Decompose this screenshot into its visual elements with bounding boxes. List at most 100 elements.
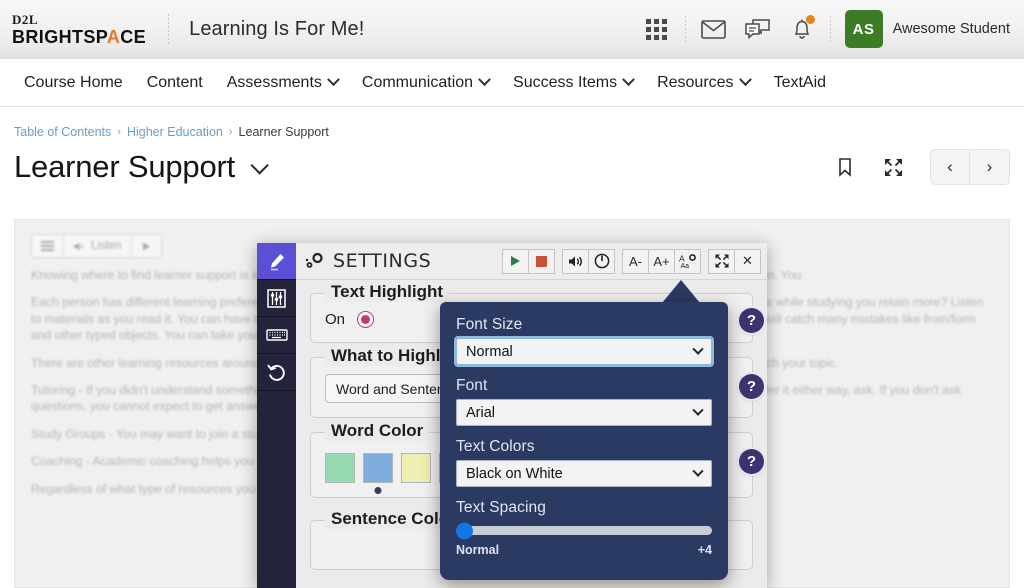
word-color-help-button[interactable]: ? [739, 449, 764, 474]
nav-item-communication[interactable]: Communication [350, 68, 501, 98]
keyboard-icon[interactable] [257, 317, 296, 354]
listen-label: Listen [91, 240, 122, 252]
course-title: Learning Is For Me! [189, 18, 364, 41]
envelope-glyph [701, 20, 726, 39]
text-colors-label: Text Colors [456, 438, 712, 456]
sliders-icon[interactable] [257, 280, 296, 317]
listen-button[interactable]: Listen [64, 235, 132, 257]
text-settings-button[interactable]: A Aa [674, 249, 701, 274]
page-tools: ‹ › [830, 149, 1010, 185]
font-label: Font [456, 377, 712, 395]
nav-item-assessments[interactable]: Assessments [215, 68, 350, 98]
nav-label: TextAid [774, 74, 826, 92]
play-icon [141, 241, 152, 252]
nav-label: Course Home [24, 74, 123, 92]
chevron-down-icon [692, 343, 703, 354]
text-highlight-legend: Text Highlight [325, 282, 449, 302]
brand-d2l-text: D2L [12, 13, 146, 26]
header-icon-divider-2 [830, 16, 831, 42]
keyboard-glyph [266, 327, 288, 343]
waffle-grid-glyph [646, 19, 667, 40]
gear-icon [305, 252, 325, 270]
info-icon [594, 253, 610, 269]
audio-group [562, 249, 615, 274]
brand-logo[interactable]: D2L BRIGHTSPACE [12, 13, 146, 46]
font-size-group: A- A+ A Aa [622, 249, 701, 274]
header-divider [168, 14, 169, 44]
header-icon-divider-1 [685, 16, 686, 42]
waffle-grid-icon[interactable] [635, 9, 679, 49]
chat-glyph [744, 18, 771, 40]
brand-wordmark-accent: A [107, 27, 120, 47]
previous-page-button[interactable]: ‹ [931, 150, 970, 184]
text-settings-icon: A Aa [678, 253, 697, 270]
bookmark-icon[interactable] [830, 152, 860, 182]
stop-button[interactable] [528, 249, 555, 274]
what-to-highlight-help-button[interactable]: ? [739, 374, 764, 399]
stop-icon [536, 256, 547, 267]
nav-label: Communication [362, 74, 473, 92]
chat-icon[interactable] [736, 9, 780, 49]
text-highlight-on-radio[interactable] [357, 311, 374, 328]
text-spacing-slider[interactable] [456, 526, 712, 535]
chevron-down-icon [739, 73, 752, 86]
text-highlight-on-label: On [325, 311, 345, 328]
highlighter-glyph [266, 251, 287, 272]
font-size-select[interactable]: Normal [456, 338, 712, 365]
text-spacing-slider-thumb[interactable] [456, 522, 473, 539]
text-highlight-help-button[interactable]: ? [739, 308, 764, 333]
chevron-down-icon [692, 404, 703, 415]
brand-wordmark-part2: CE [120, 27, 146, 47]
nav-label: Resources [657, 74, 733, 92]
word-color-swatch-pale-yellow[interactable] [401, 453, 431, 483]
font-value: Arial [466, 405, 495, 421]
info-button[interactable] [588, 249, 615, 274]
fullscreen-icon[interactable] [878, 152, 908, 182]
highlighter-icon[interactable] [257, 243, 296, 280]
close-button[interactable]: ✕ [734, 249, 761, 274]
hamburger-icon [41, 241, 54, 251]
page-title: Learner Support [14, 149, 235, 185]
speaker-icon [73, 241, 86, 252]
nav-item-success-items[interactable]: Success Items [501, 68, 645, 98]
increase-font-button[interactable]: A+ [648, 249, 675, 274]
play-button[interactable] [502, 249, 529, 274]
word-color-legend: Word Color [325, 421, 429, 441]
window-group: ✕ [708, 249, 761, 274]
page-title-dropdown-icon[interactable] [250, 156, 268, 174]
breadcrumb-item-higher-education[interactable]: Higher Education [127, 125, 223, 139]
breadcrumb-item-table-of-contents[interactable]: Table of Contents [14, 125, 111, 139]
font-size-label: Font Size [456, 316, 712, 334]
next-page-button[interactable]: › [970, 150, 1009, 184]
user-name[interactable]: Awesome Student [893, 21, 1010, 37]
word-color-swatch-green[interactable] [325, 453, 355, 483]
nav-item-textaid[interactable]: TextAid [762, 68, 838, 98]
bell-icon[interactable] [780, 9, 824, 49]
envelope-icon[interactable] [692, 9, 736, 49]
brand-wordmark: BRIGHTSPACE [12, 28, 146, 46]
bookmark-glyph [838, 157, 852, 177]
volume-button[interactable] [562, 249, 589, 274]
breadcrumb-separator: › [117, 126, 121, 138]
page-title-row: Learner Support ‹ › [0, 139, 1024, 185]
font-select[interactable]: Arial [456, 399, 712, 426]
text-spacing-max-label: +4 [698, 543, 712, 557]
text-colors-value: Black on White [466, 466, 563, 482]
playback-group [502, 249, 555, 274]
nav-item-course-home[interactable]: Course Home [12, 68, 135, 98]
decrease-font-button[interactable]: A- [622, 249, 649, 274]
text-spacing-range-labels: Normal +4 [456, 543, 712, 557]
nav-item-content[interactable]: Content [135, 68, 215, 98]
word-color-swatch-blue[interactable] [363, 453, 393, 483]
fullscreen-button[interactable] [708, 249, 735, 274]
breadcrumb-separator: › [229, 126, 233, 138]
chevron-down-icon [478, 73, 491, 86]
nav-item-resources[interactable]: Resources [645, 68, 761, 98]
breadcrumb-item-current: Learner Support [239, 125, 329, 139]
avatar[interactable]: AS [845, 10, 883, 48]
listen-play-button[interactable] [132, 235, 161, 257]
listen-menu-button[interactable] [32, 235, 64, 257]
sliders-glyph [267, 289, 286, 308]
text-colors-select[interactable]: Black on White [456, 460, 712, 487]
undo-icon[interactable] [257, 354, 296, 391]
